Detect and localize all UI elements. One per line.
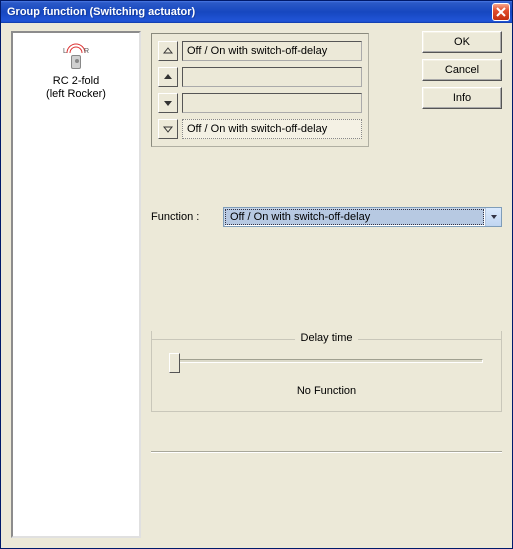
down-arrow-icon <box>158 93 178 113</box>
rocker-row-label <box>182 67 362 87</box>
device-list: L R RC 2-fold (left Rocker) <box>11 31 141 538</box>
up-arrow-icon <box>158 41 178 61</box>
rocker-row[interactable]: Off / On with switch-off-delay <box>158 118 362 140</box>
delay-slider[interactable] <box>170 359 483 363</box>
rocker-assignments: Off / On with switch-off-delay Off / On … <box>151 33 369 147</box>
close-button[interactable] <box>492 3 510 21</box>
function-select[interactable]: Off / On with switch-off-delay <box>223 207 502 227</box>
rocker-row-label <box>182 93 362 113</box>
down-arrow-icon <box>158 119 178 139</box>
rocker-row-label: Off / On with switch-off-delay <box>182 119 362 139</box>
close-icon <box>496 7 506 17</box>
function-row: Function : Off / On with switch-off-dela… <box>151 207 502 227</box>
chevron-down-icon <box>485 208 501 226</box>
delay-status: No Function <box>168 385 485 397</box>
rocker-row[interactable] <box>158 92 362 114</box>
content-area: OK Cancel Info Off / On with switch-off-… <box>149 31 502 538</box>
device-icon[interactable]: L R <box>61 43 91 69</box>
titlebar: Group function (Switching actuator) <box>1 1 512 23</box>
delay-time-group: Delay time No Function <box>151 331 502 412</box>
dialog-window: Group function (Switching actuator) L R … <box>0 0 513 549</box>
device-sub: (left Rocker) <box>46 88 106 101</box>
delay-time-legend: Delay time <box>295 332 359 344</box>
slider-thumb[interactable] <box>169 353 180 373</box>
window-title: Group function (Switching actuator) <box>7 6 492 18</box>
info-button[interactable]: Info <box>422 87 502 109</box>
button-stack: OK Cancel Info <box>422 31 502 115</box>
rocker-row-label: Off / On with switch-off-delay <box>182 41 362 61</box>
client-area: L R RC 2-fold (left Rocker) OK Cancel In… <box>1 23 512 548</box>
ok-button[interactable]: OK <box>422 31 502 53</box>
device-label: RC 2-fold (left Rocker) <box>46 75 106 101</box>
device-name: RC 2-fold <box>46 75 106 88</box>
function-label: Function : <box>151 211 209 223</box>
rocker-row[interactable]: Off / On with switch-off-delay <box>158 40 362 62</box>
cancel-button[interactable]: Cancel <box>422 59 502 81</box>
function-select-value: Off / On with switch-off-delay <box>225 209 484 225</box>
separator <box>151 451 502 453</box>
rocker-row[interactable] <box>158 66 362 88</box>
up-arrow-icon <box>158 67 178 87</box>
